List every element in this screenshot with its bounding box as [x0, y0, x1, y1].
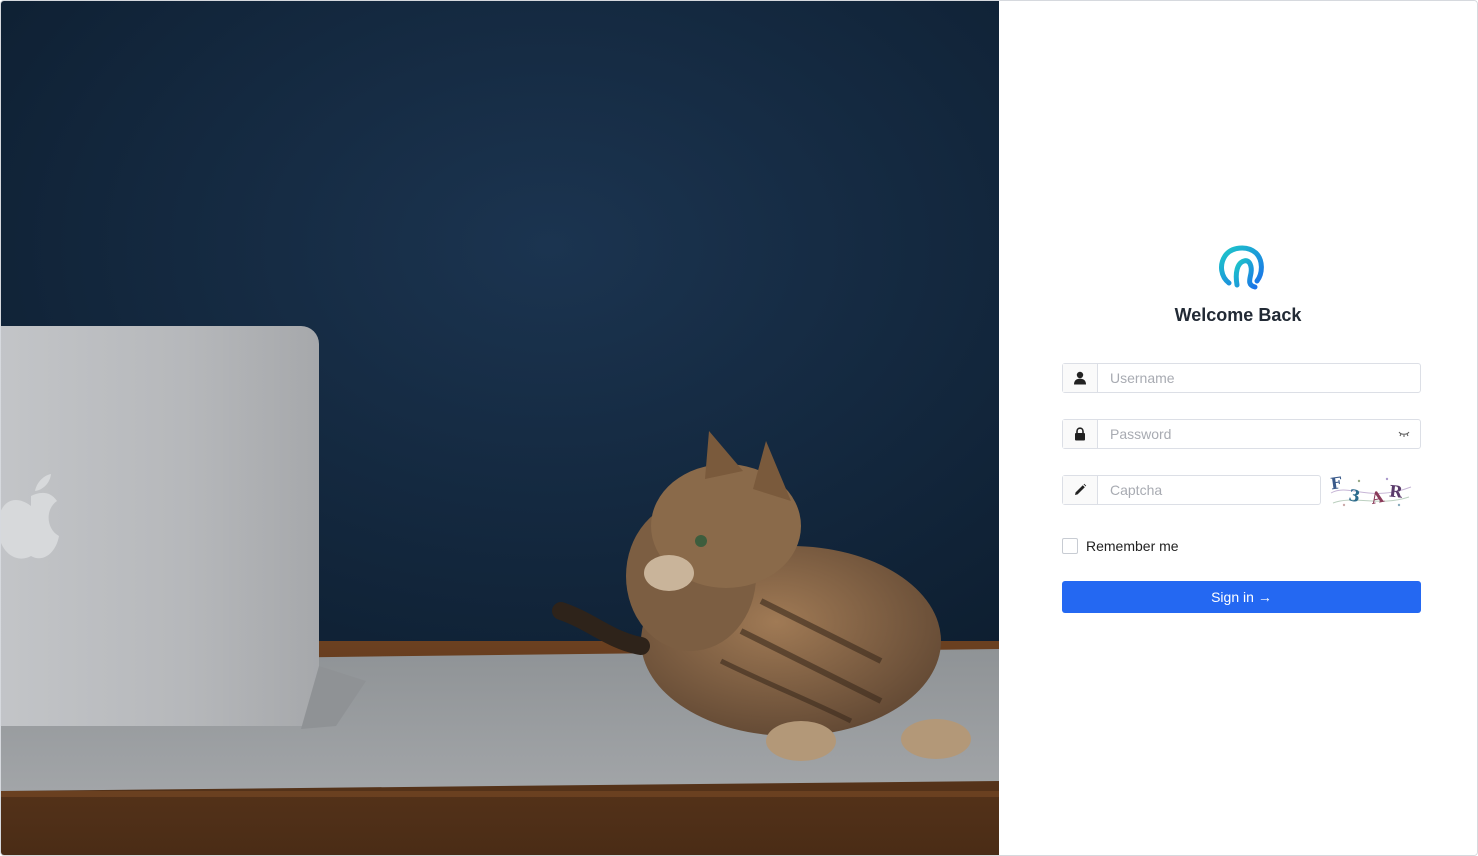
user-icon [1063, 364, 1098, 392]
captcha-input[interactable] [1098, 476, 1320, 504]
captcha-image[interactable]: F 3 A R [1329, 473, 1413, 509]
svg-text:R: R [1388, 481, 1404, 501]
checkbox-box[interactable] [1062, 538, 1078, 554]
login-page: Welcome Back Username Captcha F 3 A R Re… [0, 0, 1478, 856]
password-field [1062, 419, 1421, 449]
remember-me-label: Remember me [1086, 538, 1179, 554]
svg-text:F: F [1329, 473, 1344, 493]
arrow-right-icon: → [1257, 589, 1272, 605]
login-panel: Welcome Back Username Captcha F 3 A R Re… [999, 1, 1477, 855]
lock-icon [1063, 420, 1098, 448]
eye-closed-icon[interactable] [1388, 420, 1420, 448]
hero-photo-illustration [1, 1, 999, 855]
sign-in-label: Sign in [1211, 589, 1254, 605]
sign-in-button[interactable]: Sign in → [1062, 581, 1421, 613]
username-field [1062, 363, 1421, 393]
password-input[interactable] [1098, 420, 1388, 448]
captcha-field [1062, 475, 1321, 505]
username-input[interactable] [1098, 364, 1420, 392]
hero-photo [1, 1, 999, 855]
svg-text:A: A [1368, 487, 1386, 508]
page-title: Welcome Back [1174, 305, 1302, 325]
svg-text:3: 3 [1347, 485, 1361, 506]
remember-me-checkbox[interactable]: Remember me [1062, 538, 1179, 554]
pencil-icon [1063, 476, 1098, 504]
brand-logo-icon [1219, 245, 1264, 290]
